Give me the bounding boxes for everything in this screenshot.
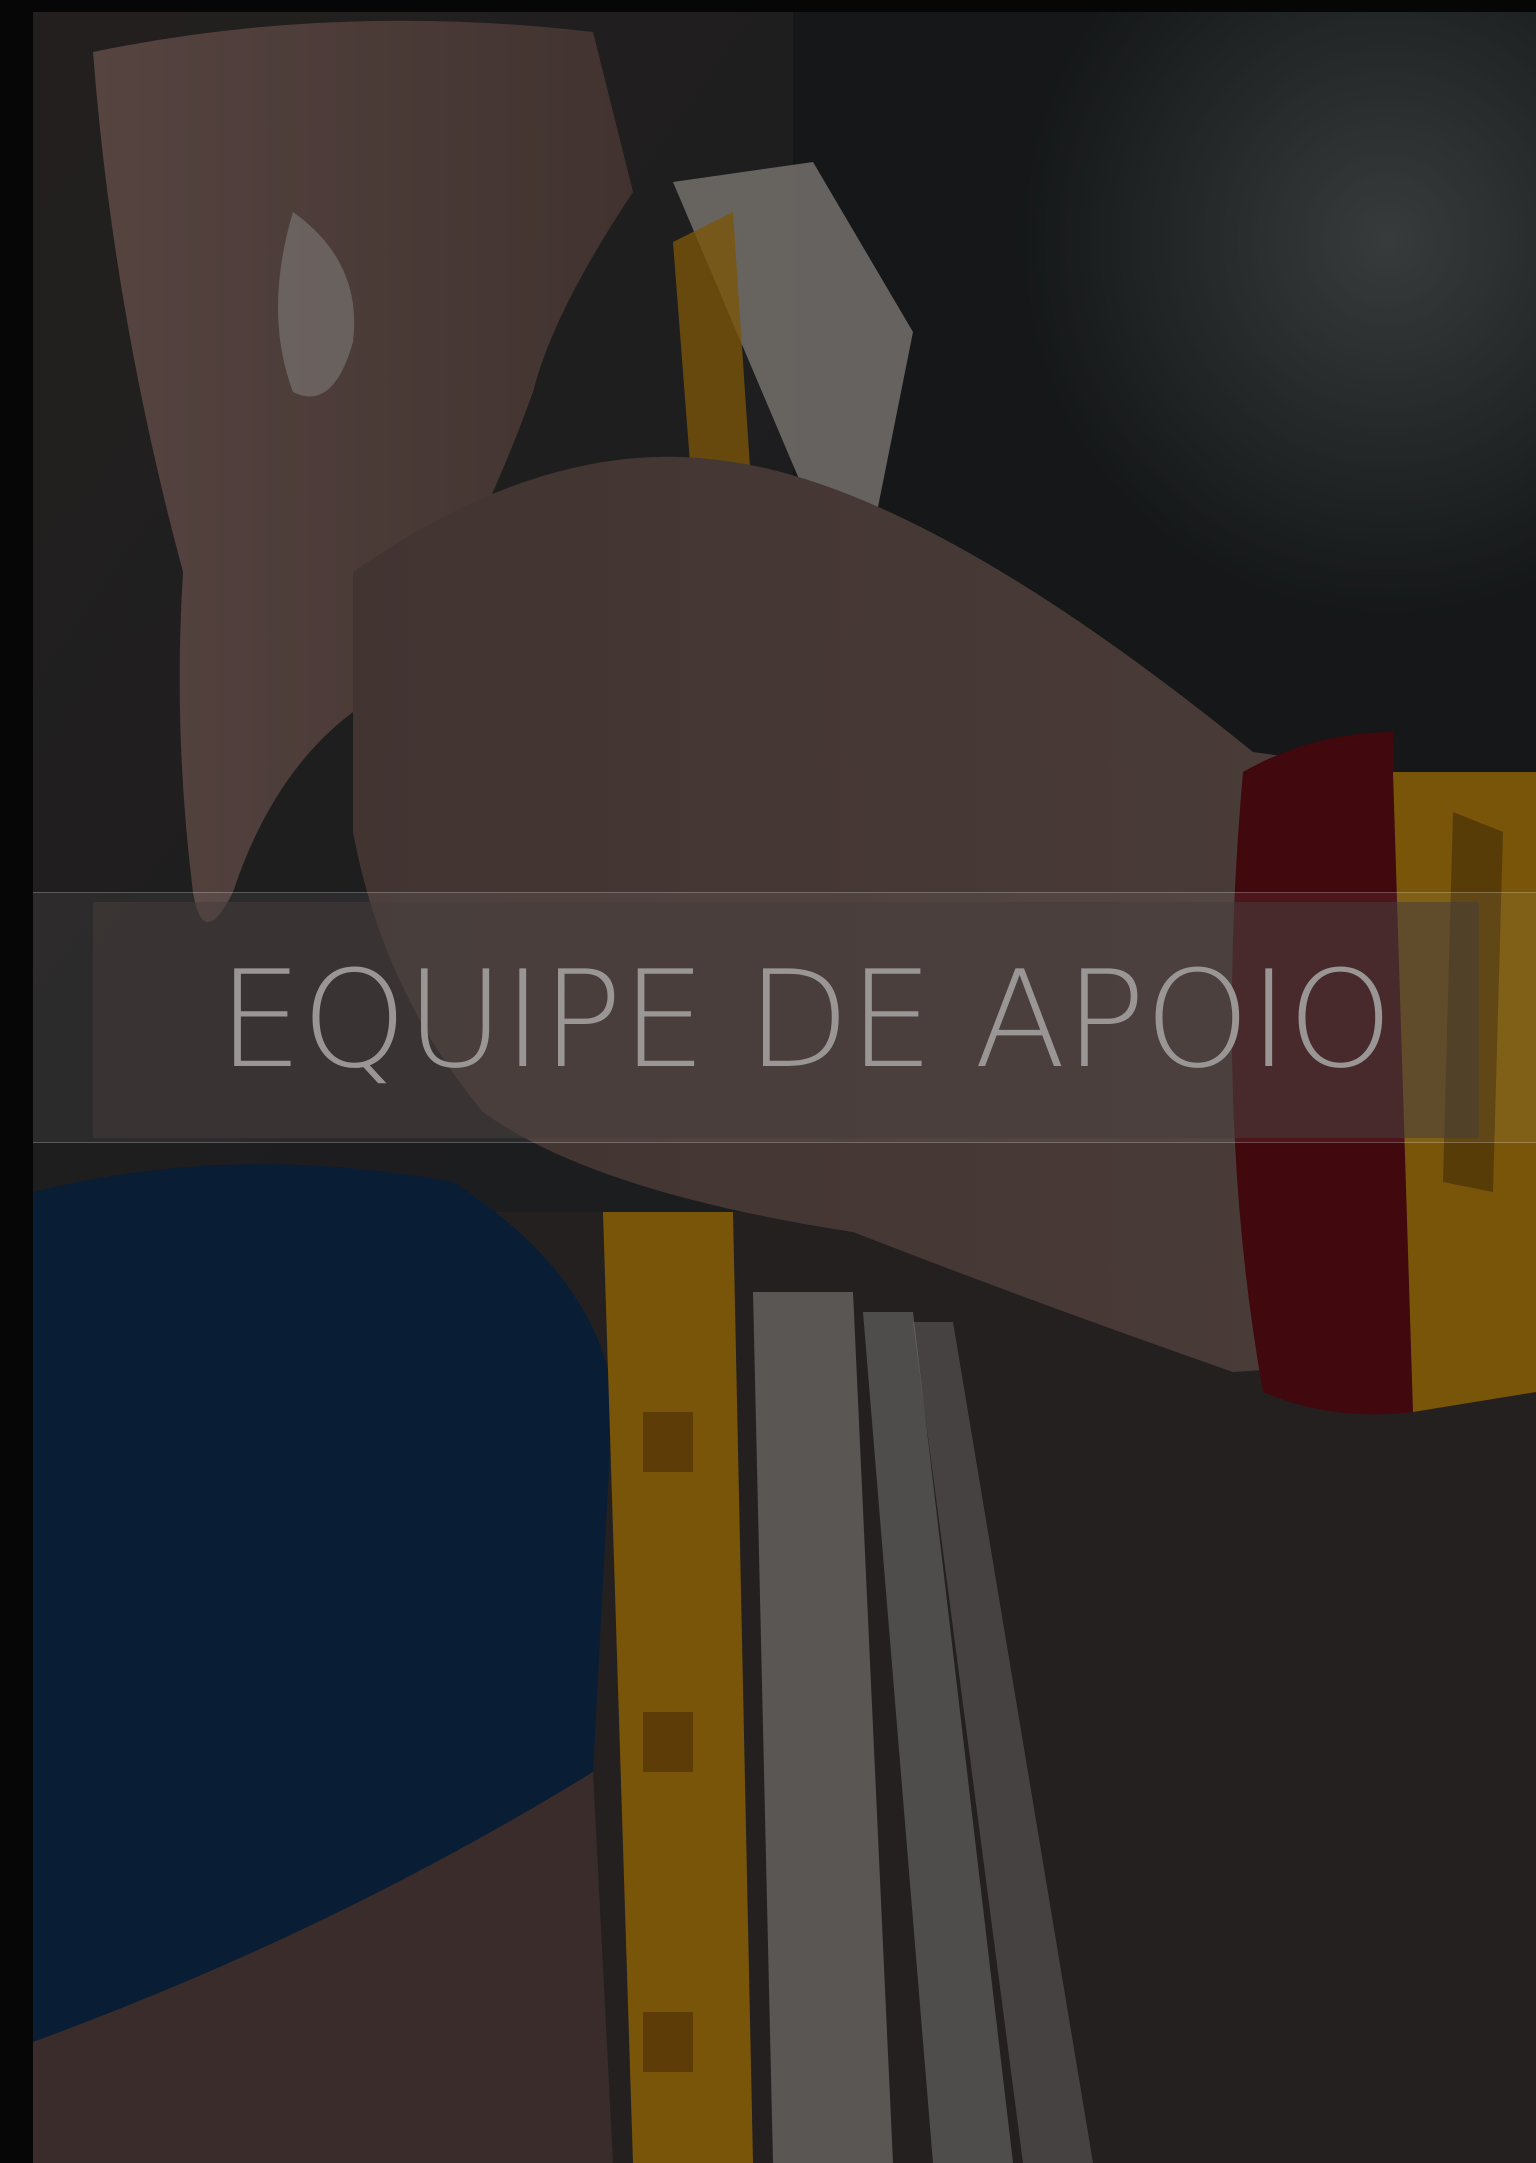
banner-title: EQUIPE DE APOIO: [217, 942, 1393, 1098]
page: EQUIPE DE APOIO: [0, 0, 1536, 2163]
